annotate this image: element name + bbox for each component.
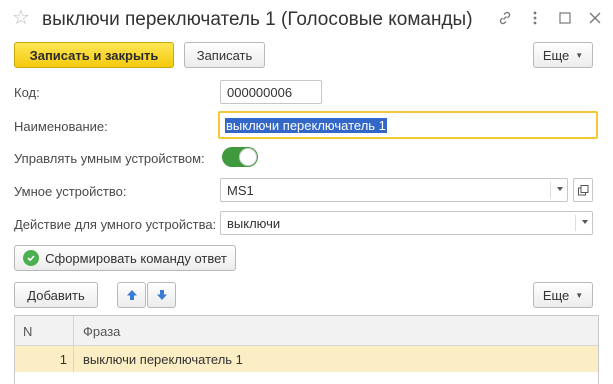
- window-title: выключи переключатель 1 (Голосовые коман…: [42, 9, 473, 30]
- save-button[interactable]: Записать: [184, 42, 265, 68]
- manage-device-label: Управлять умным устройством:: [14, 151, 205, 166]
- open-window-icon: [577, 184, 588, 195]
- action-select[interactable]: выключи: [220, 211, 593, 235]
- toggle-knob: [239, 148, 257, 166]
- arrow-down-icon: [156, 290, 167, 300]
- generate-command-label: Сформировать команду ответ: [45, 250, 227, 266]
- dropdown-separator: [550, 182, 551, 198]
- dropdown-arrow-icon[interactable]: [557, 187, 563, 191]
- title-bar-icons: [497, 10, 603, 26]
- move-down-button[interactable]: [147, 282, 176, 308]
- dropdown-separator: [575, 215, 576, 231]
- table-row[interactable]: 1 выключи переключатель 1: [15, 346, 598, 372]
- generate-command-button[interactable]: Сформировать команду ответ: [14, 245, 236, 271]
- device-select-value: MS1: [227, 182, 254, 198]
- phrases-table: N Фраза 1 выключи переключатель 1: [14, 315, 599, 384]
- favorite-star-icon[interactable]: ☆: [12, 8, 30, 28]
- move-up-button[interactable]: [117, 282, 146, 308]
- more-options-icon[interactable]: [527, 10, 543, 26]
- close-icon[interactable]: [587, 10, 603, 26]
- manage-device-toggle[interactable]: [222, 147, 258, 167]
- title-bar: ☆ выключи переключатель 1 (Голосовые ком…: [0, 0, 613, 40]
- check-circle-icon: [23, 250, 40, 266]
- name-field-value: выключи переключатель 1: [225, 117, 387, 133]
- arrow-up-icon: [126, 290, 137, 300]
- name-field[interactable]: выключи переключатель 1: [218, 111, 598, 139]
- chevron-down-icon: ▼: [575, 290, 584, 300]
- save-and-close-button[interactable]: Записать и закрыть: [14, 42, 174, 68]
- column-divider: [73, 316, 74, 372]
- chevron-down-icon: ▼: [575, 50, 584, 60]
- device-select[interactable]: MS1: [220, 178, 568, 202]
- add-button[interactable]: Добавить: [14, 282, 98, 308]
- more-button[interactable]: Еще ▼: [533, 42, 593, 68]
- device-label: Умное устройство:: [14, 184, 127, 199]
- column-header-phrase[interactable]: Фраза: [83, 316, 120, 346]
- code-label: Код:: [14, 85, 40, 100]
- action-label: Действие для умного устройства:: [14, 217, 217, 232]
- more-button-label: Еще: [542, 47, 570, 63]
- link-icon[interactable]: [497, 10, 513, 26]
- table-header: N Фраза: [15, 316, 598, 346]
- action-select-value: выключи: [227, 215, 281, 231]
- table-more-button[interactable]: Еще ▼: [533, 282, 593, 308]
- cell-n: 1: [59, 351, 67, 367]
- code-field[interactable]: 000000006: [220, 80, 322, 104]
- dropdown-arrow-icon[interactable]: [582, 220, 588, 224]
- name-label: Наименование:: [14, 119, 108, 134]
- cell-phrase: выключи переключатель 1: [83, 351, 243, 367]
- maximize-icon[interactable]: [557, 10, 573, 26]
- column-header-n[interactable]: N: [23, 316, 32, 346]
- open-device-button[interactable]: [573, 178, 593, 202]
- table-more-button-label: Еще: [542, 287, 570, 303]
